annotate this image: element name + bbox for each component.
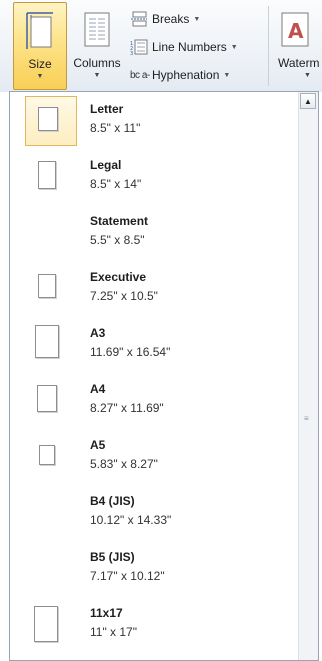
paper-size-name: A3 [90,326,106,340]
paper-size-dimensions: 10.12" x 14.33" [90,513,172,527]
paper-size-name: Executive [90,270,147,284]
paper-size-name: 11x17 [90,606,123,620]
chevron-down-icon: ▼ [304,72,311,79]
hyphenation-icon: bc a- [130,69,150,81]
paper-size-dimensions: 8.27" x 11.69" [90,401,164,415]
gallery-scrollbar[interactable]: ▲ ≡ [298,92,318,660]
svg-text:3: 3 [130,51,133,55]
page-thumbnail-icon [38,161,56,189]
paper-size-dimensions: 7.25" x 10.5" [90,289,158,303]
paper-size-dimensions: 7.17" x 10.12" [90,569,165,583]
paper-size-dimensions: 11" x 17" [90,625,137,639]
chevron-down-icon: ▼ [36,73,44,80]
watermark-icon: A [279,10,309,55]
paper-size-name: A4 [90,382,106,396]
scrollbar-grip-icon[interactable]: ≡ [304,415,312,423]
triangle-up-icon: ▲ [304,96,312,106]
chevron-down-icon: ▼ [193,15,201,23]
watermark-label: Waterm [278,56,320,70]
page-thumbnail-icon [39,445,55,465]
line-numbers-label: Line Numbers [152,40,227,54]
ribbon-group-separator [268,6,269,86]
paper-size-dimensions: 5.5" x 8.5" [90,233,145,247]
paper-size-item-statement[interactable]: Statement 5.5" x 8.5" [18,208,299,262]
page-thumbnail-icon [38,107,58,131]
page-setup-ribbon: Size ▼ Columns ▼ Breaks ▼ 1 2 3 Line Num… [0,0,322,92]
paper-size-dimensions: 8.5" x 14" [90,177,142,191]
hyphenation-button[interactable]: bc a- Hyphenation ▼ [130,64,230,86]
paper-size-item-executive[interactable]: Executive 7.25" x 10.5" [18,264,299,318]
paper-size-dimensions: 11.69" x 16.54" [90,345,171,359]
size-button[interactable]: Size ▼ [13,2,67,90]
breaks-button[interactable]: Breaks ▼ [130,8,200,30]
paper-size-name: Statement [90,214,149,228]
page-thumbnail-icon [35,325,59,358]
page-thumbnail-icon [34,606,58,642]
page-size-icon [25,11,55,56]
paper-size-dimensions: 5.83" x 8.27" [90,457,158,471]
chevron-down-icon: ▼ [230,43,238,51]
paper-size-name: Legal [90,158,122,172]
paper-size-item-letter[interactable]: Letter 8.5" x 11" [18,96,299,150]
scroll-up-button[interactable]: ▲ [300,93,316,109]
columns-button[interactable]: Columns ▼ [68,2,126,90]
paper-size-item-b5-jis[interactable]: B5 (JIS) 7.17" x 10.12" [18,544,299,598]
paper-size-item-a5[interactable]: A5 5.83" x 8.27" [18,432,299,486]
paper-size-name: Letter [90,102,124,116]
watermark-button[interactable]: A Waterm ▼ [274,2,322,90]
paper-size-item-legal[interactable]: Legal 8.5" x 14" [18,152,299,206]
paper-size-name: B5 (JIS) [90,550,135,564]
paper-size-item-11x17[interactable]: 11x17 11" x 17" [18,600,299,654]
paper-size-dimensions: 8.5" x 11" [90,121,141,135]
size-label: Size [28,57,52,71]
columns-icon [82,10,112,55]
paper-size-item-a3[interactable]: A3 11.69" x 16.54" [18,320,299,374]
line-numbers-icon: 1 2 3 [130,39,152,55]
columns-label: Columns [73,56,121,70]
page-thumbnail-icon [37,385,57,412]
page-thumbnail-icon [38,274,56,298]
svg-text:A: A [288,19,304,43]
chevron-down-icon: ▼ [223,71,231,79]
paper-size-name: B4 (JIS) [90,494,135,508]
paper-size-gallery: Letter 8.5" x 11" Legal 8.5" x 14" State… [9,91,319,661]
paper-size-item-a4[interactable]: A4 8.27" x 11.69" [18,376,299,430]
breaks-label: Breaks [152,12,190,26]
paper-size-name: A5 [90,438,106,452]
chevron-down-icon: ▼ [93,72,101,79]
hyphenation-label: Hyphenation [152,68,220,82]
paper-size-item-b4-jis[interactable]: B4 (JIS) 10.12" x 14.33" [18,488,299,542]
line-numbers-button[interactable]: 1 2 3 Line Numbers ▼ [130,36,238,58]
breaks-icon [130,11,152,27]
